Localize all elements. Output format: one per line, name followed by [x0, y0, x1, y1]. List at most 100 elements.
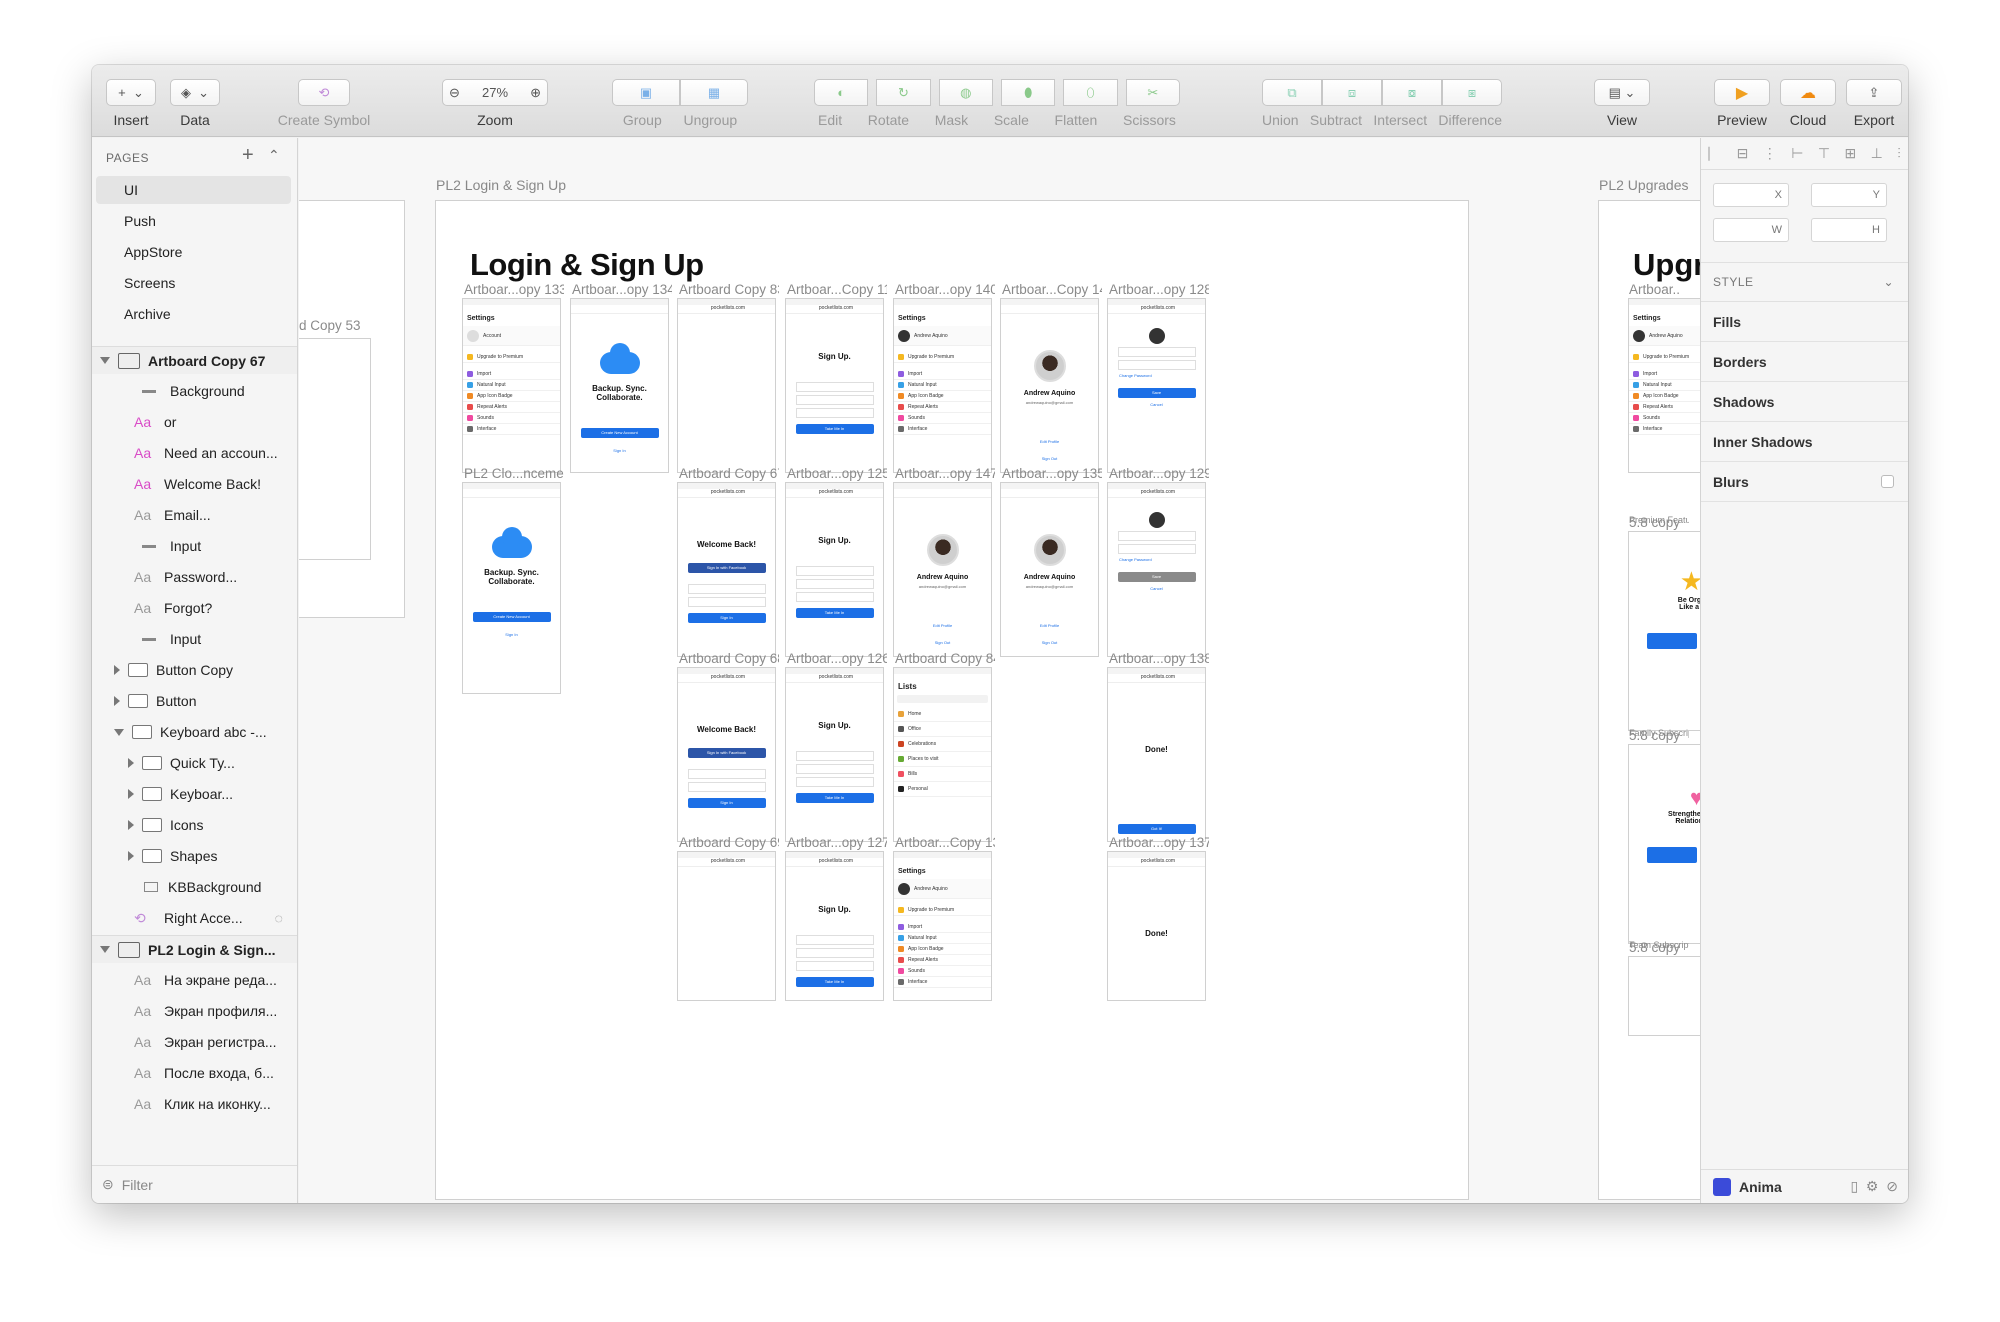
subtract-icon[interactable]: ⧈ — [1322, 79, 1382, 106]
layer-row[interactable]: Input — [92, 532, 297, 560]
cancel-link[interactable]: Cancel — [1108, 586, 1205, 591]
edit-profile-link[interactable]: Edit Profile — [894, 623, 991, 628]
cloud-tool[interactable]: ☁ Cloud — [1780, 79, 1836, 128]
create-symbol-tool[interactable]: ⟲ Create Symbol — [274, 79, 374, 128]
page-item[interactable]: Screens — [96, 269, 291, 297]
cancel-link[interactable]: Cancel — [1108, 402, 1205, 407]
take-me-in-button[interactable]: Take Me In — [795, 977, 874, 987]
artboard-name[interactable]: PL2 Clo...ncement — [464, 466, 564, 481]
layer-row[interactable]: Button — [92, 687, 297, 715]
hidden-eye-icon[interactable]: ◌ — [275, 910, 283, 926]
layer-row[interactable]: PL2 Login & Sign... — [92, 935, 297, 963]
layer-row[interactable]: Artboard Copy 67 — [92, 346, 297, 374]
artboard-name[interactable]: Artboar...opy 147 — [895, 466, 995, 481]
layer-row[interactable]: Aa На экране реда... — [92, 966, 297, 994]
phone-artboard[interactable]: pocketlists.com Change Password Save Cancel — [1107, 298, 1206, 473]
layer-row[interactable]: KBBackground — [92, 873, 297, 901]
style-header[interactable]: STYLE ⌄ — [1701, 262, 1908, 302]
layer-row[interactable]: Icons — [92, 811, 297, 839]
flatten-icon[interactable]: ⬯ — [1063, 79, 1118, 106]
phone-artboard[interactable]: Settings Andrew Aquino Upgrade to Premium I… — [893, 298, 992, 473]
style-section[interactable]: Inner Shadows — [1701, 422, 1908, 462]
artboard-name[interactable]: Artboar... — [1629, 282, 1679, 297]
phone-artboard[interactable]: pocketlists.com Welcome Back! Sign In with… — [677, 667, 776, 842]
artboard-name[interactable]: Artboar...opy 140 — [895, 282, 995, 297]
y-field[interactable]: Y — [1811, 183, 1887, 207]
layer-row[interactable]: Aa Need an accoun... — [92, 439, 297, 467]
artboard-name[interactable]: Artboar...opy 129 — [1109, 466, 1209, 481]
disclosure-closed-icon[interactable] — [128, 820, 134, 830]
blur-checkbox[interactable] — [1881, 475, 1894, 488]
anima-actions[interactable]: ▯ ⚙ ⊘ — [1850, 1178, 1898, 1195]
artboard-name[interactable]: Artboar...opy 134 — [572, 282, 672, 297]
ungroup-icon[interactable]: ▦ — [680, 79, 748, 106]
sign-out-link[interactable]: Sign Out — [1001, 640, 1098, 645]
phone-artboard[interactable]: pocketlists.com Sign Up. Take Me In — [785, 851, 884, 1001]
distribute-h-icon[interactable]: ⋮ — [1763, 145, 1777, 162]
layer-row[interactable]: Aa Клик на иконку... — [92, 1090, 297, 1118]
sign-in-button[interactable]: Sign In — [687, 613, 766, 623]
artboard-name[interactable]: Artboar...opy 137 — [1109, 835, 1209, 850]
disclosure-closed-icon[interactable] — [114, 665, 120, 675]
edit-profile-link[interactable]: Edit Profile — [1001, 623, 1098, 628]
disclosure-closed-icon[interactable] — [128, 789, 134, 799]
phone-artboard[interactable]: pocketlists.com Sign Up. Take Me In — [785, 667, 884, 842]
phone-artboard[interactable]: pocketlists.com — [677, 851, 776, 1001]
artboard-name[interactable]: Artboar...opy 128 — [1109, 282, 1209, 297]
layer-row[interactable]: Input — [92, 625, 297, 653]
rotate-icon[interactable]: ↻ — [876, 79, 931, 106]
filter-input[interactable]: Filter — [122, 1177, 153, 1193]
intersect-icon[interactable]: ⧇ — [1382, 79, 1442, 106]
artboard-name[interactable]: Artboar...opy 126 — [787, 651, 887, 666]
disclosure-closed-icon[interactable] — [114, 696, 120, 706]
phone-artboard[interactable]: Andrew Aquino andrewaquino@gmail.com Edit … — [893, 482, 992, 657]
artboard-name[interactable]: Artboar...opy 138 — [1109, 651, 1209, 666]
align-bottom-icon[interactable]: ⊥ — [1871, 145, 1883, 162]
artboard-name[interactable]: Artboard Copy 84 — [895, 651, 995, 666]
sign-out-link[interactable]: Sign Out — [894, 640, 991, 645]
phone-artboard[interactable]: Settings Andrew Aquino Upgrade to Premium I… — [893, 851, 992, 1001]
canvas[interactable]: d Copy 53 PL2 Login & Sign Up Login & Si… — [299, 138, 1700, 1203]
align-left-icon[interactable]: ⎸ — [1708, 145, 1722, 162]
insert-tool[interactable]: + ⌄ Insert — [106, 79, 156, 128]
layer-row[interactable]: Aa Email... — [92, 501, 297, 529]
phone-artboard[interactable]: pocketlists.com — [677, 298, 776, 473]
layer-row[interactable]: Keyboar... — [92, 780, 297, 808]
artboard-name[interactable]: Artboar...Copy 115 — [787, 282, 887, 297]
disclosure-open-icon[interactable] — [100, 946, 110, 953]
save-button[interactable]: Save — [1117, 388, 1196, 398]
x-field[interactable]: X — [1713, 183, 1789, 207]
style-section[interactable]: Shadows — [1701, 382, 1908, 422]
layer-row[interactable]: Quick Ty... — [92, 749, 297, 777]
export-tool[interactable]: ⇪ Export — [1846, 79, 1902, 128]
filter-bar[interactable]: ⊜ Filter — [92, 1165, 297, 1203]
facebook-button[interactable]: Sign In with Facebook — [687, 748, 766, 758]
difference-icon[interactable]: ⧆ — [1442, 79, 1502, 106]
phone-artboard[interactable]: pocketlists.com Done! Got It! — [1107, 667, 1206, 842]
style-section[interactable]: Borders — [1701, 342, 1908, 382]
layer-row[interactable]: Button Copy — [92, 656, 297, 684]
layer-row[interactable]: Aa or — [92, 408, 297, 436]
artboard-mini-left[interactable] — [299, 338, 371, 560]
add-page-icon[interactable]: + — [242, 144, 254, 167]
zoom-control[interactable]: ⊖ 27% ⊕ — [442, 79, 548, 106]
zoom-in-icon[interactable]: ⊕ — [530, 85, 541, 101]
page-item[interactable]: Archive — [96, 300, 291, 328]
sign-in-link[interactable]: Sign In — [571, 448, 668, 453]
artboard-name[interactable]: Artboar...opy 133 — [464, 282, 564, 297]
align-center-h-icon[interactable]: ⊟ — [1737, 145, 1749, 162]
disclosure-open-icon[interactable] — [100, 357, 110, 364]
facebook-button[interactable]: Sign In with Facebook — [687, 563, 766, 573]
layer-row[interactable]: Aa Экран профиля... — [92, 997, 297, 1025]
save-button[interactable]: Save — [1117, 572, 1196, 582]
artboard-name[interactable]: Artboar...Copy 141 — [1002, 282, 1102, 297]
zoom-out-icon[interactable]: ⊖ — [449, 85, 460, 101]
scale-icon[interactable]: ⬮ — [1001, 79, 1056, 106]
edit-icon[interactable]: ◐ — [814, 79, 869, 106]
collapse-pages-icon[interactable]: ⌃ — [268, 147, 280, 164]
take-me-in-button[interactable]: Take Me In — [795, 608, 874, 618]
phone-artboard[interactable]: Backup. Sync. Collaborate. Create New Acc… — [570, 298, 669, 473]
layer-row[interactable]: Aa Welcome Back! — [92, 470, 297, 498]
disclosure-closed-icon[interactable] — [128, 851, 134, 861]
artboard-name[interactable]: Artboar...opy 125 — [787, 466, 887, 481]
